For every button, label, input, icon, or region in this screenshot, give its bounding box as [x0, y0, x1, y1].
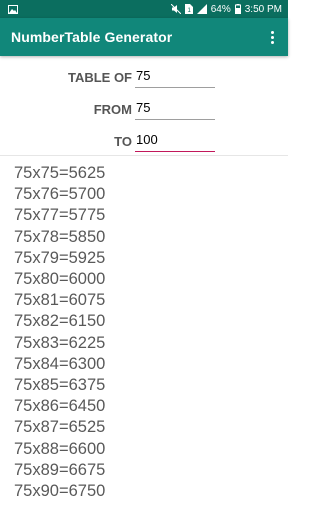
signal-icon — [196, 4, 207, 14]
result-line: 75x75=5625 — [14, 164, 106, 182]
app-title: NumberTable Generator — [11, 29, 173, 45]
table-of-row: TABLE OF — [0, 62, 288, 88]
mute-icon — [170, 4, 181, 14]
result-line: 75x81=6075 — [14, 291, 106, 310]
to-row: TO — [0, 126, 288, 152]
battery-icon — [234, 4, 241, 14]
result-line: 75x89=6675 — [14, 460, 106, 479]
result-line: 75x77=5775 — [14, 206, 106, 225]
result-line: 75x85=6375 — [14, 376, 106, 394]
from-input[interactable] — [135, 98, 215, 120]
result-line: 75x90=6750 — [14, 482, 106, 500]
result-line: 75x86=6450 — [14, 397, 106, 416]
result-line: 75x83=6225 — [14, 333, 106, 352]
overflow-menu-icon[interactable] — [266, 27, 278, 47]
result-line: 75x80=6000 — [14, 270, 106, 288]
table-of-label: TABLE OF — [67, 70, 132, 85]
from-row: FROM — [0, 94, 288, 120]
result-line: 75x78=5850 — [14, 227, 106, 246]
result-line: 75x79=5925 — [14, 248, 106, 267]
to-label: TO — [114, 134, 132, 149]
clock: 3:50 PM — [244, 3, 282, 15]
result-line: 75x88=6600 — [14, 439, 106, 458]
result-line: 75x84=6300 — [14, 354, 106, 373]
app-bar: NumberTable Generator — [0, 18, 288, 56]
table-of-input[interactable] — [135, 66, 215, 88]
battery-percent: 64% — [210, 3, 231, 15]
from-label: FROM — [93, 102, 132, 117]
result-line: 75x82=6150 — [14, 312, 106, 331]
status-bar: 1 64% 3:50 PM — [0, 0, 288, 18]
results-list[interactable]: 75x75=5625 75x76=5700 75x77=5775 75x78=5850… — [0, 155, 288, 513]
result-line: 75x87=6525 — [14, 418, 106, 437]
gallery-icon — [8, 4, 18, 14]
to-input[interactable] — [135, 130, 215, 152]
sim-1-icon: 1 — [184, 4, 193, 14]
result-line: 75x76=5700 — [14, 185, 106, 204]
